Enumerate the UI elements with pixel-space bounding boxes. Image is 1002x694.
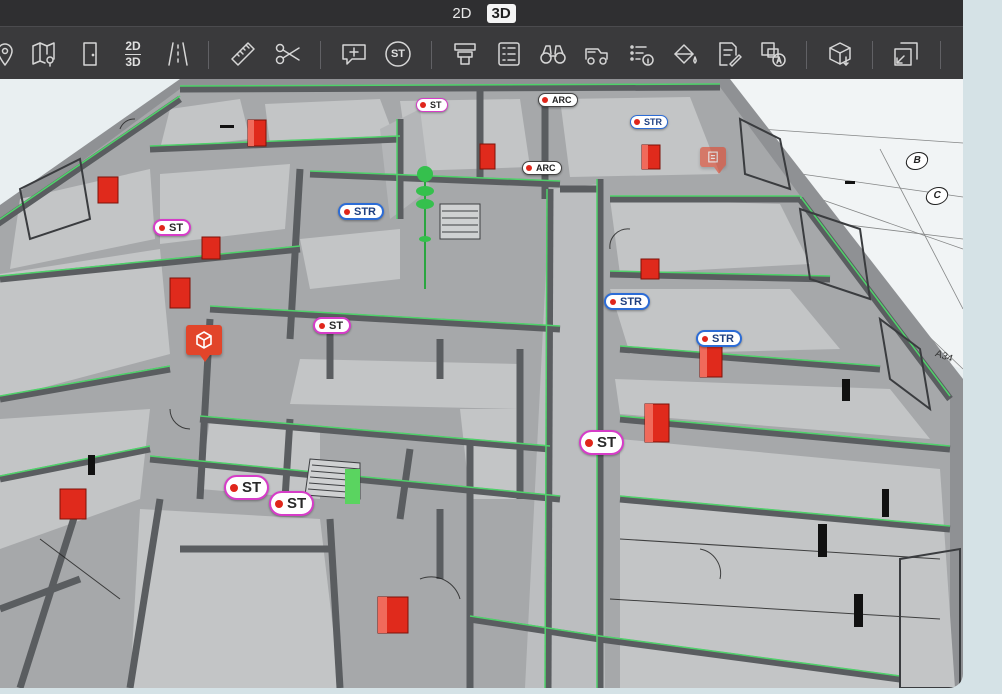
toolbar: 2D 3D ST xyxy=(0,26,963,79)
st-marker[interactable]: ST xyxy=(313,317,352,334)
mode-3d-button[interactable]: 3D xyxy=(486,3,516,23)
str-marker[interactable]: STR xyxy=(604,293,650,310)
marker-label: STR xyxy=(644,117,662,127)
marker-dot xyxy=(610,298,616,305)
str-marker[interactable]: STR xyxy=(696,330,742,347)
checklist-icon[interactable] xyxy=(492,37,526,71)
st-marker[interactable]: ST xyxy=(416,98,448,112)
st-marker[interactable]: ST xyxy=(269,491,315,516)
marker-label: ST xyxy=(169,221,184,234)
stamp-icon[interactable]: ST xyxy=(381,37,415,71)
marker-dot xyxy=(159,224,165,231)
road-icon[interactable] xyxy=(161,37,195,71)
document-3d-marker[interactable] xyxy=(186,325,222,362)
view-mode-bar: 2D 3D xyxy=(0,0,963,26)
arc-marker[interactable]: ARC xyxy=(538,93,578,107)
ruler-icon[interactable] xyxy=(226,37,260,71)
2d-3d-toggle-icon[interactable]: 2D 3D xyxy=(116,37,150,71)
paint-bucket-icon[interactable] xyxy=(668,37,702,71)
document-icon xyxy=(708,151,718,163)
info-list-icon[interactable] xyxy=(624,37,658,71)
stamp-label: ST xyxy=(390,48,406,60)
layers-stack-icon[interactable] xyxy=(448,37,482,71)
marker-label: ARC xyxy=(536,163,556,173)
marker-dot xyxy=(344,208,350,215)
binoculars-icon[interactable] xyxy=(536,37,570,71)
str-marker[interactable]: STR xyxy=(630,115,668,129)
toolbar-divider xyxy=(806,41,807,69)
toolbar-divider xyxy=(320,41,321,69)
st-marker[interactable]: ST xyxy=(579,430,625,455)
marker-dot xyxy=(526,165,532,171)
marker-label: STR xyxy=(712,332,734,345)
marker-label: ST xyxy=(242,479,262,496)
vehicle-icon[interactable] xyxy=(580,37,614,71)
marker-dot xyxy=(585,438,593,447)
document-marker-faded[interactable] xyxy=(700,147,726,174)
marker-label: ST xyxy=(287,495,307,512)
toolbar-divider xyxy=(208,41,209,69)
toggle-2d-label: 2D xyxy=(125,39,141,53)
marker-label: ST xyxy=(597,434,617,451)
fit-view-icon[interactable] xyxy=(889,37,923,71)
marker-dot xyxy=(230,483,238,492)
arc-marker[interactable]: ARC xyxy=(522,161,562,175)
toolbar-divider xyxy=(872,41,873,69)
marker-label: ST xyxy=(430,100,442,110)
mode-2d-button[interactable]: 2D xyxy=(447,4,476,23)
marker-dot xyxy=(275,499,283,508)
marker-dot xyxy=(319,322,325,329)
st-marker[interactable]: ST xyxy=(224,475,270,500)
marker-label: ST xyxy=(329,319,344,332)
marker-label: STR xyxy=(354,205,376,218)
toolbar-divider xyxy=(940,41,941,69)
map-location-icon[interactable] xyxy=(27,37,61,71)
scissors-icon[interactable] xyxy=(271,37,305,71)
str-marker[interactable]: STR xyxy=(338,203,384,220)
marker-dot xyxy=(634,119,640,125)
building-floor-model xyxy=(0,79,963,688)
shape-text-icon[interactable] xyxy=(756,37,790,71)
edit-document-icon[interactable] xyxy=(712,37,746,71)
map-pin-icon[interactable] xyxy=(0,37,22,71)
marker-dot xyxy=(420,102,426,108)
marker-label: STR xyxy=(620,295,642,308)
cube-measure-icon[interactable] xyxy=(823,37,857,71)
3d-model-viewport[interactable]: B C A34 ST ARC STR ARC STR ST STR ST STR… xyxy=(0,79,963,688)
door-icon[interactable] xyxy=(73,37,107,71)
toolbar-divider xyxy=(431,41,432,69)
add-comment-icon[interactable] xyxy=(337,37,371,71)
st-marker[interactable]: ST xyxy=(153,219,192,236)
toggle-3d-label: 3D xyxy=(125,54,141,69)
marker-label: ARC xyxy=(552,95,572,105)
cube-icon xyxy=(196,331,212,349)
app-window: 2D 3D 2D 3D ST B C A34 ST ARC STR ARC ST… xyxy=(0,0,963,688)
marker-dot xyxy=(702,335,708,342)
marker-dot xyxy=(542,97,548,103)
